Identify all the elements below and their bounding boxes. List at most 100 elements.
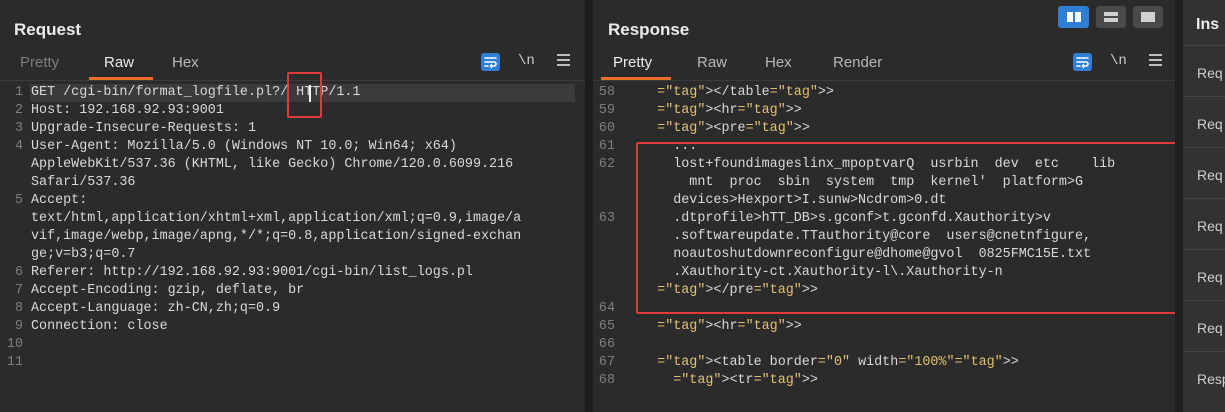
request-line: 8 Accept-Language: zh-CN,zh;q=0.9 bbox=[0, 300, 585, 318]
menu-icon[interactable] bbox=[1149, 53, 1162, 67]
response-title: Response bbox=[608, 20, 690, 39]
layout-split-icon[interactable] bbox=[1058, 6, 1089, 28]
newline-icon[interactable]: \n bbox=[1110, 53, 1127, 69]
code-text: Safari/537.36 bbox=[31, 175, 136, 190]
line-number: 59 bbox=[598, 103, 615, 118]
line-number: 2 bbox=[14, 103, 23, 118]
code-text: Upgrade-Insecure-Requests: 1 bbox=[31, 121, 256, 136]
response-tabbar-divider bbox=[593, 80, 1175, 81]
inspector-separator bbox=[1183, 147, 1225, 148]
request-line: 3 Upgrade-Insecure-Requests: 1 bbox=[0, 120, 585, 138]
response-line: 58 ="tag"></table="tag">> bbox=[593, 84, 1175, 102]
response-line: 60 ="tag"><pre="tag">> bbox=[593, 120, 1175, 138]
line-number: 62 bbox=[598, 157, 615, 172]
line-number: 68 bbox=[598, 373, 615, 388]
line-number: 8 bbox=[14, 301, 23, 316]
code-text: ="tag"><hr="tag">> bbox=[657, 103, 802, 118]
wrap-lines-icon[interactable] bbox=[1073, 53, 1092, 71]
inspector-separator bbox=[1183, 351, 1225, 352]
pane-divider[interactable] bbox=[585, 0, 593, 412]
code-text: ="tag"><hr="tag">> bbox=[657, 319, 802, 334]
line-number: 65 bbox=[598, 319, 615, 334]
line-number: 58 bbox=[598, 85, 615, 100]
response-line: 67 ="tag"><table border="0" width="100%"… bbox=[593, 354, 1175, 372]
code-text: ="tag"><tr="tag">> bbox=[673, 373, 818, 388]
inspector-item[interactable]: Req bbox=[1197, 167, 1223, 183]
inspector-item[interactable]: Req bbox=[1197, 320, 1223, 336]
response-pane: Response Pretty Raw Hex Render \n 58 ="t… bbox=[593, 0, 1175, 412]
layout-horizontal-icon[interactable] bbox=[1096, 6, 1126, 28]
request-title: Request bbox=[14, 20, 82, 39]
line-number: 67 bbox=[598, 355, 615, 370]
code-text: ="tag"></table="tag">> bbox=[657, 85, 834, 100]
inspector-separator bbox=[1183, 45, 1225, 46]
response-line: 65 ="tag"><hr="tag">> bbox=[593, 318, 1175, 336]
line-number: 64 bbox=[598, 301, 615, 316]
code-text: vif,image/webp,image/apng,*/*;q=0.8,appl… bbox=[31, 229, 522, 244]
wrap-lines-icon[interactable] bbox=[481, 53, 500, 71]
response-tab-hex[interactable]: Hex bbox=[765, 54, 792, 71]
request-editor[interactable]: 1 GET /cgi-bin/format_logfile.pl?/ HTTP/1… bbox=[0, 84, 585, 412]
request-line: 6 Referer: http://192.168.92.93:9001/cgi-… bbox=[0, 264, 585, 282]
response-tab-raw[interactable]: Raw bbox=[697, 54, 727, 71]
inspector-separator bbox=[1183, 198, 1225, 199]
line-number: 3 bbox=[14, 121, 23, 136]
response-line: 68 ="tag"><tr="tag">> bbox=[593, 372, 1175, 390]
line-number: 7 bbox=[14, 283, 23, 298]
inspector-item[interactable]: Req bbox=[1197, 218, 1223, 234]
response-tab-render[interactable]: Render bbox=[833, 54, 882, 71]
code-text: text/html,application/xhtml+xml,applicat… bbox=[31, 211, 522, 226]
request-tab-raw[interactable]: Raw bbox=[104, 54, 134, 71]
code-text: ="tag"><table border="0" width="100%"="t… bbox=[657, 355, 1019, 370]
code-text: Accept: bbox=[31, 193, 88, 208]
newline-icon[interactable]: \n bbox=[518, 53, 535, 69]
request-line: text/html,application/xhtml+xml,applicat… bbox=[0, 210, 585, 228]
request-tab-hex[interactable]: Hex bbox=[172, 54, 199, 71]
inspector-separator bbox=[1183, 96, 1225, 97]
line-number: 1 bbox=[14, 85, 23, 100]
request-line: 7 Accept-Encoding: gzip, deflate, br bbox=[0, 282, 585, 300]
line-number: 5 bbox=[14, 193, 23, 208]
response-tab-pretty[interactable]: Pretty bbox=[613, 54, 652, 71]
request-line: 4 User-Agent: Mozilla/5.0 (Windows NT 10.… bbox=[0, 138, 585, 156]
code-text: Referer: http://192.168.92.93:9001/cgi-b… bbox=[31, 265, 473, 280]
request-line: 10 bbox=[0, 336, 585, 354]
request-line: Safari/537.36 bbox=[0, 174, 585, 192]
request-line: 5 Accept: bbox=[0, 192, 585, 210]
request-line: 11 bbox=[0, 354, 585, 372]
menu-icon[interactable] bbox=[557, 53, 570, 67]
line-number: 60 bbox=[598, 121, 615, 136]
code-text: Accept-Language: zh-CN,zh;q=0.9 bbox=[31, 301, 281, 316]
request-line: ge;v=b3;q=0.7 bbox=[0, 246, 585, 264]
line-number: 63 bbox=[598, 211, 615, 226]
request-pane: Request Pretty Raw Hex \n 1 GET /cgi-bin/… bbox=[0, 0, 585, 412]
request-line: 9 Connection: close bbox=[0, 318, 585, 336]
request-line: vif,image/webp,image/apng,*/*;q=0.8,appl… bbox=[0, 228, 585, 246]
inspector-item[interactable]: Req bbox=[1197, 65, 1223, 81]
line-number: 4 bbox=[14, 139, 23, 154]
inspector-item[interactable]: Resp bbox=[1197, 371, 1225, 387]
line-number: 11 bbox=[6, 355, 23, 370]
inspector-separator bbox=[1183, 300, 1225, 301]
highlight-box-directory-listing bbox=[636, 142, 1175, 314]
inspector-separator bbox=[1183, 249, 1225, 250]
line-number: 66 bbox=[598, 337, 615, 352]
layout-vertical-icon[interactable] bbox=[1133, 6, 1163, 28]
inspector-item[interactable]: Req bbox=[1197, 269, 1223, 285]
pane-divider[interactable] bbox=[1175, 0, 1183, 412]
line-number: 10 bbox=[6, 337, 23, 352]
code-text: ge;v=b3;q=0.7 bbox=[31, 247, 136, 262]
code-text: ="tag"><pre="tag">> bbox=[657, 121, 810, 136]
response-line: 59 ="tag"><hr="tag">> bbox=[593, 102, 1175, 120]
code-text: Host: 192.168.92.93:9001 bbox=[31, 103, 224, 118]
line-number: 9 bbox=[14, 319, 23, 334]
request-tab-pretty[interactable]: Pretty bbox=[20, 54, 59, 71]
code-text: AppleWebKit/537.36 (KHTML, like Gecko) C… bbox=[31, 157, 514, 172]
inspector-pane: Ins Req Req Req Req Req Req Resp bbox=[1183, 0, 1225, 412]
highlight-box-request-path bbox=[287, 72, 322, 118]
code-text: Connection: close bbox=[31, 319, 168, 334]
line-number: 61 bbox=[598, 139, 615, 154]
request-line: AppleWebKit/537.36 (KHTML, like Gecko) C… bbox=[0, 156, 585, 174]
inspector-title: Ins bbox=[1196, 16, 1220, 33]
inspector-item[interactable]: Req bbox=[1197, 116, 1223, 132]
